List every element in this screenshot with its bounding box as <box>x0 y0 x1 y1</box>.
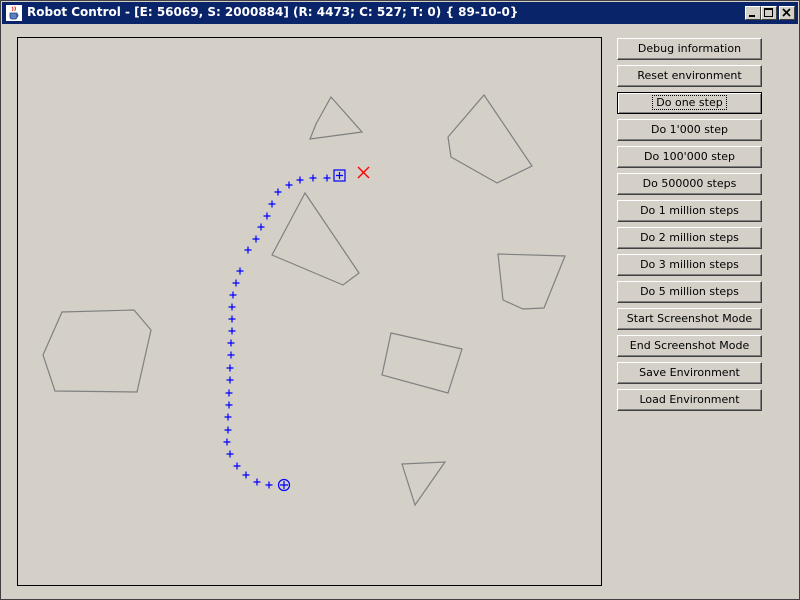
button-label: Start Screenshot Mode <box>626 312 753 325</box>
path-point <box>265 481 273 489</box>
path-point <box>244 246 252 254</box>
button-label: Debug information <box>637 42 742 55</box>
path-point <box>252 235 260 243</box>
maximize-button[interactable] <box>761 6 777 20</box>
path-point <box>309 174 317 182</box>
path-point <box>253 478 261 486</box>
minimize-icon <box>749 15 755 17</box>
path-point <box>225 401 233 409</box>
path-point <box>223 438 231 446</box>
button-label: Do 1 million steps <box>640 204 739 217</box>
do-2-million-steps-button[interactable]: Do 2 million steps <box>617 227 762 249</box>
path-point <box>285 181 293 189</box>
path-point <box>227 339 235 347</box>
button-label: Do 100'000 step <box>643 150 735 163</box>
start-screenshot-mode-button[interactable]: Start Screenshot Mode <box>617 308 762 330</box>
load-environment-button[interactable]: Load Environment <box>617 389 762 411</box>
target-x-icon <box>357 166 370 179</box>
button-label: Save Environment <box>639 366 740 379</box>
button-label: Load Environment <box>639 393 740 406</box>
button-label: End Screenshot Mode <box>629 339 750 352</box>
minimize-button[interactable] <box>745 6 761 20</box>
robot-marker-icon <box>333 169 346 182</box>
do-500000-steps-button[interactable]: Do 500000 steps <box>617 173 762 195</box>
do-5-million-steps-button[interactable]: Do 5 million steps <box>617 281 762 303</box>
path-point <box>296 176 304 184</box>
robot-path <box>223 174 331 489</box>
path-point <box>242 471 250 479</box>
do-100000-steps-button[interactable]: Do 100'000 step <box>617 146 762 168</box>
path-point <box>226 364 234 372</box>
reset-environment-button[interactable]: Reset environment <box>617 65 762 87</box>
path-point <box>228 303 236 311</box>
button-label: Do 2 million steps <box>640 231 739 244</box>
obstacle-4 <box>497 253 566 310</box>
path-point <box>228 315 236 323</box>
debug-information-button[interactable]: Debug information <box>617 38 762 60</box>
path-point <box>257 223 265 231</box>
do-one-step-button[interactable]: Do one step <box>617 92 762 114</box>
do-1000-steps-button[interactable]: Do 1'000 step <box>617 119 762 141</box>
close-button[interactable] <box>779 6 795 20</box>
path-point <box>323 174 331 182</box>
start-marker-icon <box>277 478 291 492</box>
path-point <box>236 267 244 275</box>
path-point <box>228 327 236 335</box>
obstacle-7 <box>401 461 447 507</box>
title-bar[interactable]: Robot Control - [E: 56069, S: 2000884] (… <box>2 2 798 24</box>
save-environment-button[interactable]: Save Environment <box>617 362 762 384</box>
path-point <box>226 376 234 384</box>
button-label: Do 5 million steps <box>640 285 739 298</box>
obstacle-2 <box>447 94 533 184</box>
path-point <box>225 389 233 397</box>
end-screenshot-mode-button[interactable]: End Screenshot Mode <box>617 335 762 357</box>
environment-canvas[interactable] <box>17 37 602 586</box>
path-point <box>263 212 271 220</box>
button-label: Do one step <box>652 95 727 110</box>
button-label: Do 500000 steps <box>642 177 737 190</box>
obstacle-6 <box>381 332 463 394</box>
path-point <box>224 413 232 421</box>
obstacle-5 <box>42 309 152 393</box>
do-1-million-steps-button[interactable]: Do 1 million steps <box>617 200 762 222</box>
path-point <box>224 426 232 434</box>
maximize-icon <box>764 8 773 17</box>
path-point <box>274 188 282 196</box>
robot-control-window: Robot Control - [E: 56069, S: 2000884] (… <box>0 0 800 600</box>
path-point <box>268 200 276 208</box>
button-label: Do 3 million steps <box>640 258 739 271</box>
do-3-million-steps-button[interactable]: Do 3 million steps <box>617 254 762 276</box>
window-title: Robot Control - [E: 56069, S: 2000884] (… <box>27 5 519 19</box>
button-label: Reset environment <box>637 69 742 82</box>
path-point <box>229 291 237 299</box>
environment-drawing <box>42 94 566 507</box>
path-point <box>226 450 234 458</box>
path-point <box>233 462 241 470</box>
obstacle-3 <box>271 191 360 286</box>
path-point <box>227 351 235 359</box>
close-icon <box>782 8 791 17</box>
button-label: Do 1'000 step <box>650 123 728 136</box>
path-point <box>232 279 240 287</box>
java-cup-icon <box>6 5 22 21</box>
obstacle-1 <box>309 95 364 140</box>
